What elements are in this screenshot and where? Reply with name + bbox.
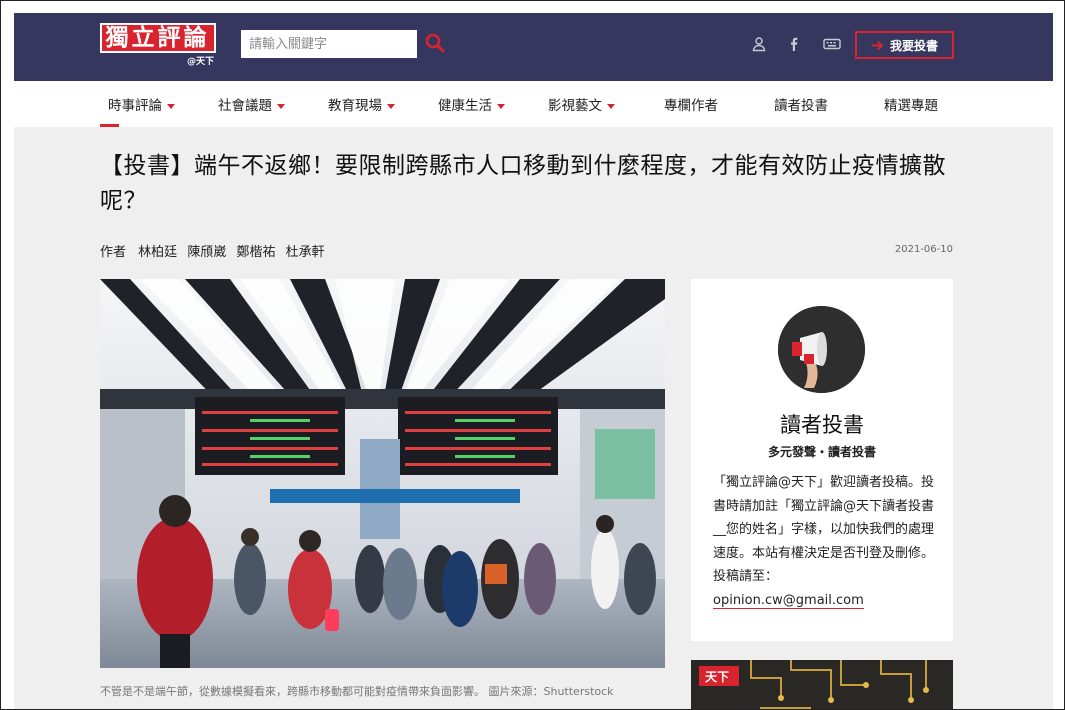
nav-item-current-affairs[interactable]: 時事評論	[108, 94, 175, 114]
main-nav: 時事評論 社會議題 教育現場 健康生活 影視藝文 專欄作者 讀者投書 精選專題	[14, 81, 1053, 127]
nav-item-arts[interactable]: 影視藝文	[548, 94, 615, 114]
nav-item-label: 健康生活	[438, 98, 492, 114]
author-link[interactable]: 鄭楷祐	[236, 245, 275, 260]
arrow-right-icon	[871, 40, 884, 50]
logo-char: 獨	[105, 24, 129, 51]
logo-char: 立	[131, 24, 155, 51]
browser-viewport: 獨 立 評 論 @天下 我要投書 時事評論 社會議題 教育現場 健	[0, 0, 1065, 710]
site-header: 獨 立 評 論 @天下 我要投書	[14, 13, 1053, 81]
logo-wordmark: 獨 立 評 論	[100, 23, 216, 53]
article-area: 【投書】端午不返鄉！要限制跨縣市人口移動到什麼程度，才能有效防止疫情擴散呢？ 作…	[14, 127, 1053, 709]
ad-banner[interactable]: 天下	[691, 660, 953, 709]
nav-item-reader-submissions[interactable]: 讀者投書	[774, 94, 828, 114]
logo-char: 評	[157, 24, 181, 51]
user-icon[interactable]	[751, 36, 767, 52]
nav-item-featured[interactable]: 精選專題	[884, 94, 938, 114]
nav-item-education[interactable]: 教育現場	[328, 94, 395, 114]
submission-email-link[interactable]: opinion.cw@gmail.com	[713, 592, 864, 609]
nav-item-label: 專欄作者	[664, 98, 718, 114]
submission-instructions: 「獨立評論@天下」歡迎讀者投稿。投書時請加註「獨立評論@天下讀者投書__您的姓名…	[713, 475, 935, 584]
facebook-icon[interactable]	[786, 36, 802, 52]
caret-down-icon	[167, 103, 175, 109]
author-link[interactable]: 杜承軒	[286, 245, 325, 260]
nav-item-label: 時事評論	[108, 98, 162, 114]
nav-item-health[interactable]: 健康生活	[438, 94, 505, 114]
site-logo[interactable]: 獨 立 評 論 @天下	[100, 23, 216, 67]
nav-item-label: 讀者投書	[774, 98, 828, 114]
article-title: 【投書】端午不返鄉！要限制跨縣市人口移動到什麼程度，才能有效防止疫情擴散呢？	[100, 153, 946, 214]
card-body: 「獨立評論@天下」歡迎讀者投稿。投書時請加註「獨立評論@天下讀者投書__您的姓名…	[713, 471, 935, 612]
search-icon[interactable]	[424, 32, 446, 54]
caret-down-icon	[497, 103, 505, 109]
keyboard-icon[interactable]	[823, 36, 841, 52]
nav-item-social-issues[interactable]: 社會議題	[218, 94, 285, 114]
article-byline: 作者 林柏廷 陳頎崴 鄭楷祐 杜承軒	[100, 241, 331, 260]
nav-item-label: 影視藝文	[548, 98, 602, 114]
card-title: 讀者投書	[780, 413, 864, 437]
nav-item-columnists[interactable]: 專欄作者	[664, 94, 718, 114]
logo-subtitle: @天下	[186, 57, 214, 67]
image-caption: 不管是不是端午節，從數據模擬看來，跨縣市移動都可能對疫情帶來負面影響。 圖片來源…	[100, 685, 614, 698]
megaphone-avatar	[778, 306, 865, 393]
search-input[interactable]	[241, 30, 417, 58]
ad-logo-text: 天下	[705, 670, 729, 684]
nav-item-label: 教育現場	[328, 98, 382, 114]
article-hero-image	[100, 279, 665, 668]
author-link[interactable]: 陳頎崴	[187, 245, 226, 260]
card-subtitle: 多元發聲・讀者投書	[767, 445, 876, 459]
publish-date: 2021-06-10	[894, 244, 953, 255]
nav-item-label: 精選專題	[884, 98, 938, 114]
reader-submission-card: 讀者投書 多元發聲・讀者投書 「獨立評論@天下」歡迎讀者投稿。投書時請加註「獨立…	[691, 279, 953, 641]
caret-down-icon	[277, 103, 285, 109]
caret-down-icon	[607, 103, 615, 109]
author-label: 作者	[100, 245, 127, 260]
author-link[interactable]: 林柏廷	[138, 245, 177, 260]
caret-down-icon	[387, 103, 395, 109]
submit-article-button[interactable]: 我要投書	[855, 31, 954, 59]
logo-char: 論	[183, 24, 207, 51]
nav-item-label: 社會議題	[218, 98, 272, 114]
megaphone-icon	[778, 306, 865, 393]
submit-article-label: 我要投書	[889, 38, 938, 53]
